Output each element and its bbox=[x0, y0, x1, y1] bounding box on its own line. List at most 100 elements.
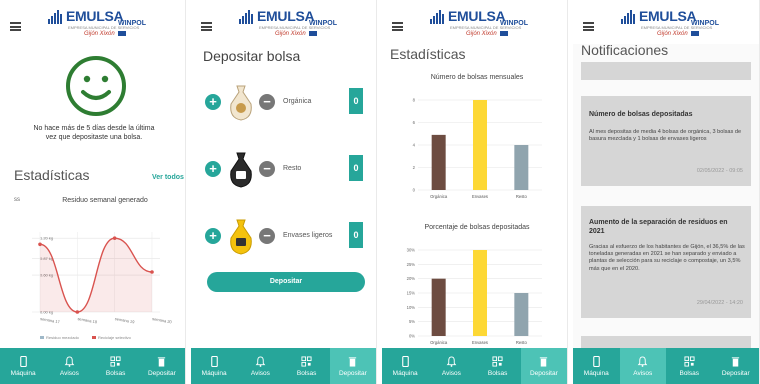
screen-notifications: EMULSA EMPRESA MUNICIPAL DE SERVICIOS Gi… bbox=[573, 0, 760, 384]
nav-item-maquina[interactable]: Máquina bbox=[191, 348, 237, 384]
envases-bag-icon bbox=[230, 219, 252, 255]
stats-tab-label[interactable]: ss bbox=[14, 197, 20, 203]
notification-body: Al mes depositas de media 4 bolsas de or… bbox=[589, 129, 742, 143]
menu-icon[interactable] bbox=[10, 22, 21, 31]
y-tick-label: 1.20 kg bbox=[40, 236, 53, 241]
notification-card[interactable]: Aumento de la separación de residuos en … bbox=[581, 206, 751, 318]
legend-label: Residuo mezclado bbox=[46, 335, 80, 340]
nav-item-depositar[interactable]: Depositar bbox=[139, 348, 185, 384]
nav-label: Depositar bbox=[529, 369, 558, 377]
remove-resto-button[interactable]: − bbox=[259, 161, 275, 177]
qr-icon bbox=[110, 355, 121, 367]
y-tick-label: 0 bbox=[413, 188, 416, 193]
x-tick-label: Envases bbox=[472, 340, 488, 345]
logo-city: Gijón Xixón bbox=[657, 31, 688, 37]
nav-item-avisos[interactable]: Avisos bbox=[237, 348, 283, 384]
nav-label: Avisos bbox=[250, 369, 270, 377]
nav-item-depositar[interactable]: Depositar bbox=[520, 348, 567, 384]
add-organica-button[interactable]: + bbox=[205, 94, 221, 110]
bell-icon bbox=[255, 355, 266, 367]
nav-item-avisos[interactable]: Avisos bbox=[619, 348, 666, 384]
add-envases-button[interactable]: + bbox=[205, 228, 221, 244]
page-title: Estadísticas bbox=[390, 46, 466, 62]
nav-item-depositar[interactable]: Depositar bbox=[713, 348, 760, 384]
nav-item-maquina[interactable]: Máquina bbox=[382, 348, 428, 384]
top-bar: EMULSA EMPRESA MUNICIPAL DE SERVICIOS Gi… bbox=[573, 0, 759, 44]
nav-label: Avisos bbox=[441, 369, 461, 377]
notification-date: 29/04/2022 - 14:20 bbox=[696, 300, 743, 306]
trash-icon bbox=[732, 356, 740, 367]
notification-title: Aumento de la separación de residuos en … bbox=[589, 219, 728, 235]
nav-label: Bolsas bbox=[679, 369, 699, 377]
bottom-nav: Máquina Avisos Bolsas Depositar bbox=[382, 348, 567, 384]
y-tick-label: 4 bbox=[413, 143, 416, 148]
screen-home: EMULSA EMPRESA MUNICIPAL DE SERVICIOS Gi… bbox=[0, 0, 186, 384]
percent-bags-chart: 0% 5% 10% 15% 20% 25% 30% Orgánica Envases Resto bbox=[407, 248, 542, 345]
menu-icon[interactable] bbox=[392, 22, 403, 31]
y-tick-label: 6 bbox=[413, 120, 416, 125]
logo-bars-icon bbox=[621, 10, 637, 24]
logo-brand: EMULSA bbox=[257, 8, 315, 24]
legend-swatch bbox=[40, 336, 44, 339]
legend-swatch bbox=[92, 336, 96, 339]
monthly-bags-chart: 0 2 4 6 8 Orgánica Envases Resto bbox=[413, 98, 542, 199]
nav-label: Bolsas bbox=[487, 369, 508, 377]
nav-item-bolsas[interactable]: Bolsas bbox=[666, 348, 713, 384]
nav-item-bolsas[interactable]: Bolsas bbox=[93, 348, 139, 384]
nav-label: Depositar bbox=[338, 369, 367, 377]
weekly-chart-title: Residuo semanal generado bbox=[62, 197, 148, 204]
see-all-link[interactable]: Ver todos bbox=[152, 174, 184, 181]
emulsa-logo: EMULSA EMPRESA MUNICIPAL DE SERVICIOS Gi… bbox=[48, 6, 158, 40]
nav-item-bolsas[interactable]: Bolsas bbox=[284, 348, 330, 384]
eu-flag-icon bbox=[500, 31, 508, 36]
nav-item-depositar[interactable]: Depositar bbox=[329, 348, 376, 384]
notification-body: Gracias al esfuerzo de los habitantes de… bbox=[589, 244, 745, 272]
phone-icon bbox=[592, 355, 600, 367]
nav-label: Máquina bbox=[392, 369, 418, 377]
logo-bars-icon bbox=[239, 10, 255, 24]
remove-organica-button[interactable]: − bbox=[259, 94, 275, 110]
data-point bbox=[150, 270, 154, 274]
legend-label: Reciclaje selectivo bbox=[98, 335, 132, 340]
nav-item-avisos[interactable]: Avisos bbox=[46, 348, 92, 384]
notification-card[interactable]: Número de bolsas depositadas Al mes depo… bbox=[581, 96, 751, 186]
bar bbox=[473, 100, 487, 190]
bottom-nav: Máquina Avisos Bolsas Depositar bbox=[0, 348, 185, 384]
logo-bars-icon bbox=[48, 10, 64, 24]
notification-card-partial[interactable] bbox=[581, 336, 751, 348]
menu-icon[interactable] bbox=[583, 22, 594, 31]
x-tick-label: Resto bbox=[516, 194, 528, 199]
add-resto-button[interactable]: + bbox=[205, 161, 221, 177]
x-tick-label: semana 20 bbox=[152, 316, 173, 324]
screen-deposit: EMULSA EMPRESA MUNICIPAL DE SERVICIOS Gi… bbox=[191, 0, 377, 384]
y-tick-label: 20% bbox=[407, 276, 416, 281]
logo-brand: EMULSA bbox=[448, 8, 506, 24]
nav-item-maquina[interactable]: Máquina bbox=[573, 348, 620, 384]
data-point bbox=[38, 242, 42, 247]
organic-bag-icon bbox=[230, 85, 252, 121]
bag-row-envases: + − Envases ligeros 0 bbox=[205, 214, 365, 258]
x-tick-label: Envases bbox=[472, 194, 488, 199]
bell-icon bbox=[637, 355, 648, 367]
y-tick-label: 2 bbox=[413, 165, 416, 170]
nav-item-bolsas[interactable]: Bolsas bbox=[475, 348, 521, 384]
nav-item-avisos[interactable]: Avisos bbox=[428, 348, 474, 384]
nav-label: Bolsas bbox=[105, 369, 126, 377]
remove-envases-button[interactable]: − bbox=[259, 228, 275, 244]
y-tick-label: 5% bbox=[409, 319, 415, 324]
x-tick-label: Resto bbox=[516, 340, 528, 345]
nav-item-maquina[interactable]: Máquina bbox=[0, 348, 46, 384]
y-tick-label: 30% bbox=[407, 248, 416, 253]
menu-icon[interactable] bbox=[201, 22, 212, 31]
notification-card-partial[interactable] bbox=[581, 62, 751, 80]
deposit-button[interactable]: Depositar bbox=[207, 272, 365, 292]
x-tick-label: Orgánica bbox=[430, 194, 448, 199]
logo-bars-icon bbox=[430, 10, 446, 24]
nav-label: Depositar bbox=[147, 369, 176, 377]
screenshot-strip: EMULSA EMPRESA MUNICIPAL DE SERVICIOS Gi… bbox=[0, 0, 760, 384]
x-tick-label: Orgánica bbox=[430, 340, 448, 345]
eu-flag-icon bbox=[118, 31, 126, 36]
bag-name: Envases ligeros bbox=[283, 232, 333, 239]
eu-flag-icon bbox=[309, 31, 317, 36]
partner-logo: WINPOL bbox=[500, 20, 528, 27]
